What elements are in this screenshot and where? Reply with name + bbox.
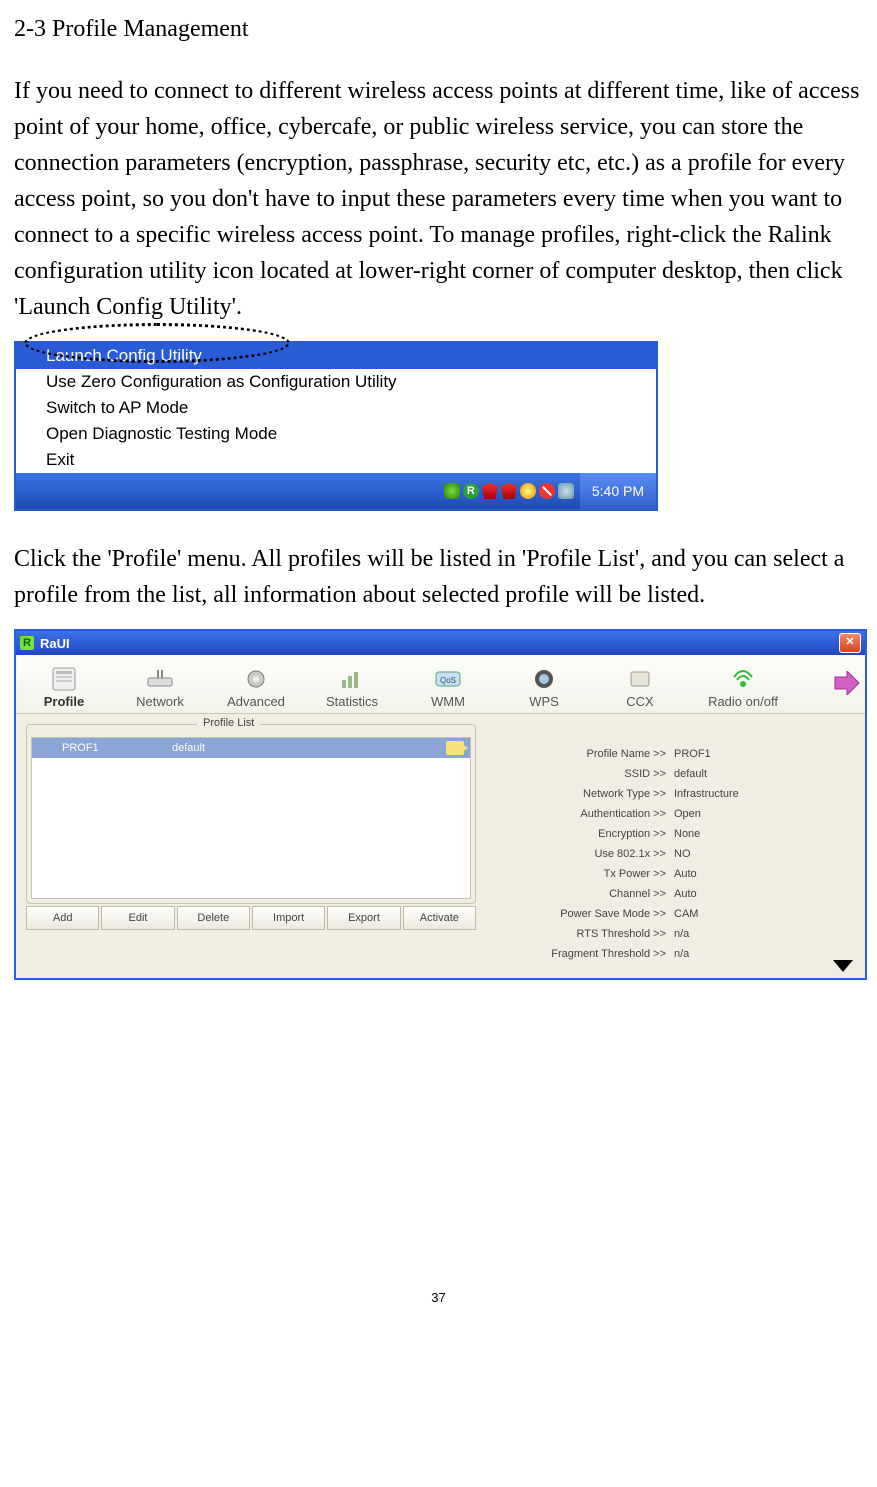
- detail-authentication: Authentication >>Open: [506, 804, 855, 824]
- detail-powersave: Power Save Mode >>CAM: [506, 904, 855, 924]
- ralink-tray-icon[interactable]: R: [463, 483, 479, 499]
- statistics-icon: [337, 666, 367, 692]
- delete-button[interactable]: Delete: [177, 906, 250, 930]
- edit-icon: [446, 741, 464, 755]
- tab-label: Radio on/off: [708, 694, 778, 709]
- detail-fragment: Fragment Threshold >>n/a: [506, 944, 855, 964]
- profile-row-selected[interactable]: PROF1 default: [32, 738, 470, 758]
- taskbar-clock: 5:40 PM: [580, 473, 656, 509]
- detail-ssid: SSID >>default: [506, 764, 855, 784]
- detail-8021x: Use 802.1x >>NO: [506, 844, 855, 864]
- context-menu-item-apmode[interactable]: Switch to AP Mode: [16, 395, 656, 421]
- annotation-ellipse: [24, 323, 290, 363]
- detail-rts: RTS Threshold >>n/a: [506, 924, 855, 944]
- profile-name-cell: PROF1: [32, 742, 172, 754]
- context-menu-item-exit[interactable]: Exit: [16, 447, 656, 473]
- wifi-icon[interactable]: [558, 483, 574, 499]
- import-button[interactable]: Import: [252, 906, 325, 930]
- tab-label: Profile: [44, 694, 84, 709]
- context-menu-item-launch[interactable]: Launch Config Utility: [16, 343, 656, 369]
- wps-icon: [529, 666, 559, 692]
- context-menu-item-diagnostic[interactable]: Open Diagnostic Testing Mode: [16, 421, 656, 447]
- context-menu-screenshot: Launch Config Utility Use Zero Configura…: [14, 341, 658, 511]
- tab-label: Statistics: [326, 694, 378, 709]
- tray-icon[interactable]: [444, 483, 460, 499]
- detail-network-type: Network Type >>Infrastructure: [506, 784, 855, 804]
- raui-window: R RaUI ✕ Profile Network Advanced Statis…: [14, 629, 867, 980]
- tab-ccx[interactable]: CCX: [592, 662, 688, 713]
- add-button[interactable]: Add: [26, 906, 99, 930]
- tab-label: Advanced: [227, 694, 285, 709]
- gear-icon: [241, 666, 271, 692]
- context-menu-item-zeroconfig[interactable]: Use Zero Configuration as Configuration …: [16, 369, 656, 395]
- next-arrow-icon[interactable]: [833, 671, 861, 695]
- export-button[interactable]: Export: [327, 906, 400, 930]
- system-tray: R: [438, 483, 580, 499]
- alert-icon[interactable]: [520, 483, 536, 499]
- ccx-icon: [625, 666, 655, 692]
- raui-titlebar: R RaUI ✕: [16, 631, 865, 655]
- tab-label: WMM: [431, 694, 465, 709]
- detail-channel: Channel >>Auto: [506, 884, 855, 904]
- expand-down-icon[interactable]: [833, 960, 853, 972]
- tab-wps[interactable]: WPS: [496, 662, 592, 713]
- activate-button[interactable]: Activate: [403, 906, 476, 930]
- app-icon: R: [20, 636, 34, 650]
- tab-statistics[interactable]: Statistics: [304, 662, 400, 713]
- page-number: 37: [14, 1290, 863, 1305]
- edit-button[interactable]: Edit: [101, 906, 174, 930]
- profile-list-group: Profile List PROF1 default: [26, 724, 476, 904]
- profile-list[interactable]: PROF1 default: [31, 737, 471, 899]
- profile-list-legend: Profile List: [197, 717, 260, 729]
- paragraph-2: Click the 'Profile' menu. All profiles w…: [14, 541, 863, 613]
- section-heading: 2-3 Profile Management: [14, 16, 863, 43]
- shield-icon[interactable]: [482, 483, 498, 499]
- window-title: RaUI: [40, 636, 70, 651]
- profile-actions: Add Edit Delete Import Export Activate: [26, 906, 476, 930]
- profile-icon: [49, 666, 79, 692]
- detail-profile-name: Profile Name >>PROF1: [506, 744, 855, 764]
- tab-label: Network: [136, 694, 184, 709]
- tab-label: CCX: [626, 694, 653, 709]
- svg-text:QoS: QoS: [440, 676, 456, 685]
- taskbar: R 5:40 PM: [16, 473, 656, 509]
- wmm-icon: QoS: [433, 666, 463, 692]
- profile-ssid-cell: default: [172, 742, 302, 754]
- detail-txpower: Tx Power >>Auto: [506, 864, 855, 884]
- paragraph-1: If you need to connect to different wire…: [14, 73, 863, 325]
- radio-icon: [728, 666, 758, 692]
- raui-toolbar: Profile Network Advanced Statistics QoS …: [16, 655, 865, 714]
- tab-wmm[interactable]: QoS WMM: [400, 662, 496, 713]
- network-icon: [145, 666, 175, 692]
- tab-label: WPS: [529, 694, 559, 709]
- tab-advanced[interactable]: Advanced: [208, 662, 304, 713]
- antivirus-icon[interactable]: [539, 483, 555, 499]
- profile-details: Profile Name >>PROF1 SSID >>default Netw…: [476, 724, 855, 964]
- tab-radio[interactable]: Radio on/off: [688, 662, 798, 713]
- close-button[interactable]: ✕: [839, 633, 861, 653]
- tab-profile[interactable]: Profile: [16, 662, 112, 713]
- detail-encryption: Encryption >>None: [506, 824, 855, 844]
- tab-network[interactable]: Network: [112, 662, 208, 713]
- shield-icon[interactable]: [501, 483, 517, 499]
